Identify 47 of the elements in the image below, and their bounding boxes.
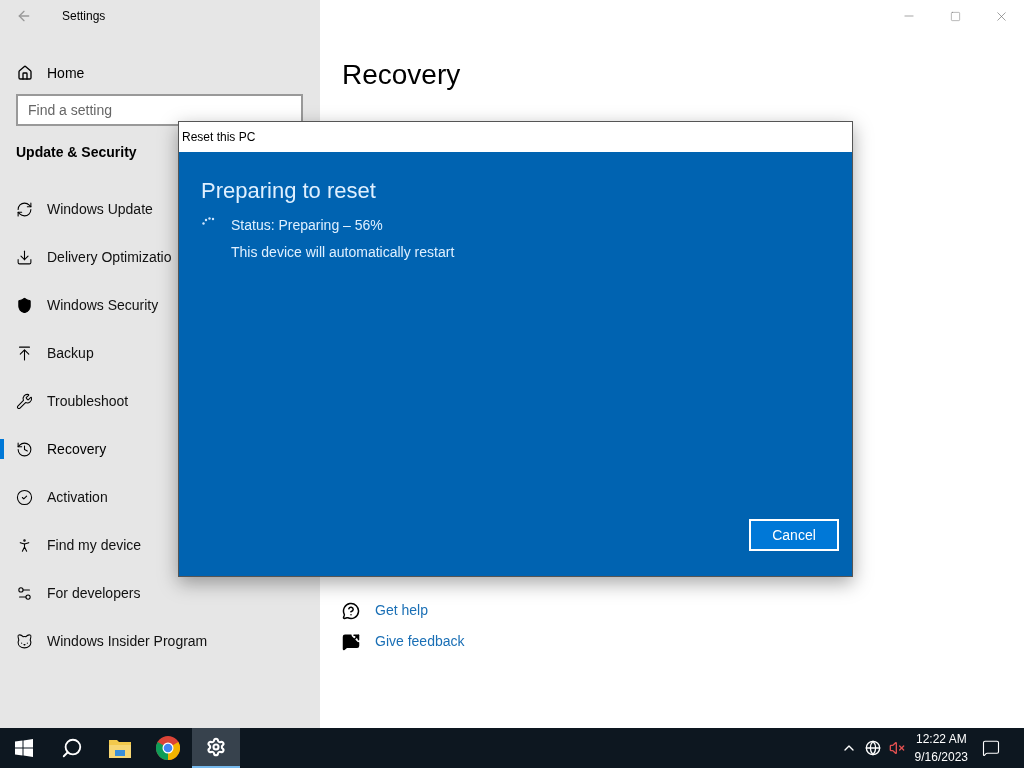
- help-icon: [342, 601, 360, 620]
- spinner-icon: [202, 217, 216, 225]
- sidebar-item[interactable]: Windows Insider Program: [47, 630, 208, 652]
- sliders-icon: [16, 584, 33, 602]
- gear-icon: [206, 737, 226, 757]
- dialog-title: Reset this PC: [182, 129, 256, 146]
- windows-start-icon: [15, 739, 33, 757]
- home-icon: [17, 65, 33, 81]
- upload-arrow-icon: [16, 344, 33, 362]
- restart-note: This device will automatically restart: [231, 243, 455, 262]
- dialog-heading: Preparing to reset: [201, 177, 377, 205]
- help-link[interactable]: Give feedback: [375, 631, 465, 652]
- sync-icon: [16, 200, 33, 218]
- cancel-button[interactable]: Cancel: [749, 519, 839, 551]
- notification-icon[interactable]: [982, 739, 1000, 757]
- home-link[interactable]: Home: [47, 62, 85, 84]
- search-field[interactable]: Find a setting: [16, 94, 303, 126]
- sidebar-item[interactable]: Activation: [47, 486, 108, 508]
- sidebar-item[interactable]: Recovery: [47, 438, 107, 460]
- muted-speaker-icon[interactable]: [888, 740, 905, 756]
- browser-icon: [156, 736, 180, 760]
- folder-icon: [109, 738, 131, 758]
- clock-date[interactable]: 9/16/2023: [914, 748, 968, 766]
- globe-icon[interactable]: [864, 740, 881, 756]
- history-icon: [16, 440, 33, 458]
- sidebar-item[interactable]: Find my device: [47, 534, 142, 556]
- page-title: Recovery: [342, 58, 462, 92]
- sidebar-item[interactable]: Windows Security: [47, 294, 159, 316]
- sidebar-item[interactable]: Windows Update: [47, 198, 153, 220]
- shield-icon: [16, 296, 33, 314]
- help-link[interactable]: Get help: [375, 600, 428, 621]
- clock-time[interactable]: 12:22 AM: [915, 730, 967, 748]
- sidebar-item[interactable]: Backup: [47, 342, 94, 364]
- taskbar-button[interactable]: [192, 728, 240, 768]
- status-text: Status: Preparing – 56%: [231, 216, 384, 235]
- cat-icon: [16, 632, 33, 650]
- sidebar-item[interactable]: For developers: [47, 582, 141, 604]
- restore-icon: [949, 10, 961, 22]
- sidebar-item[interactable]: Delivery Optimizatio: [47, 246, 172, 268]
- window-title: Settings: [62, 8, 106, 25]
- wrench-icon: [16, 392, 33, 410]
- feedback-icon: [342, 632, 360, 651]
- download-tray-icon: [16, 248, 33, 266]
- sidebar-item[interactable]: Troubleshoot: [47, 390, 129, 412]
- section-heading: Update & Security: [16, 143, 138, 162]
- search-icon: [61, 737, 83, 759]
- check-circle-icon: [16, 488, 33, 506]
